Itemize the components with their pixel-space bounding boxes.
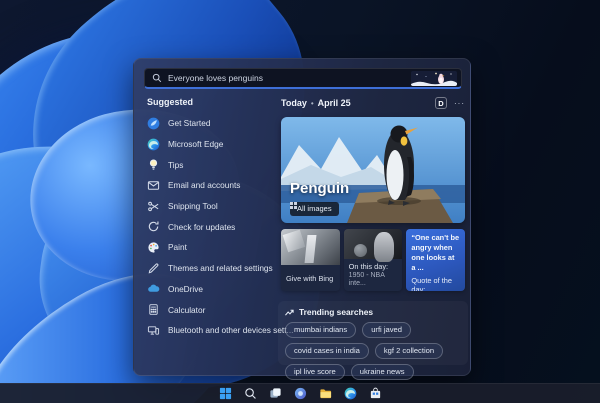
suggested-item-label: Calculator bbox=[168, 304, 206, 315]
suggested-item-label: Get Started bbox=[168, 118, 211, 129]
suggested-item-label: Paint bbox=[168, 242, 187, 253]
suggested-item-label: Email and accounts bbox=[168, 180, 241, 191]
taskbar-store-icon[interactable] bbox=[369, 387, 382, 400]
snipping-tool-icon bbox=[147, 200, 160, 213]
card-row: Give with Bing On this day: 1950 - NBA i… bbox=[281, 229, 466, 291]
card-caption: On this day: bbox=[348, 262, 389, 272]
dot-separator: • bbox=[310, 98, 314, 108]
updates-icon bbox=[147, 220, 160, 233]
taskbar bbox=[0, 383, 600, 403]
suggested-item-label: Themes and related settings bbox=[168, 263, 273, 274]
suggested-item-calculator[interactable]: Calculator bbox=[147, 299, 279, 320]
suggested-item-label: OneDrive bbox=[168, 283, 204, 294]
trending-section: Trending searches mumbai indians urfi jav… bbox=[278, 301, 468, 380]
suggested-item-check-for-updates[interactable]: Check for updates bbox=[147, 216, 279, 237]
more-options-button[interactable]: ··· bbox=[454, 99, 465, 108]
themes-icon bbox=[147, 262, 160, 275]
trending-chip-ipl-live-score[interactable]: ipl live score bbox=[285, 364, 345, 380]
suggested-item-label: Snipping Tool bbox=[168, 201, 218, 212]
trending-chip-ukraine-news[interactable]: ukraine news bbox=[350, 364, 414, 380]
today-panel: Today • April 25 D ··· Penguin All image… bbox=[278, 59, 468, 380]
get-started-icon bbox=[147, 117, 160, 130]
taskbar-task-view-icon[interactable] bbox=[269, 387, 282, 400]
trending-chip-kgf-2-collection[interactable]: kgf 2 collection bbox=[374, 343, 444, 359]
today-date: April 25 bbox=[317, 98, 351, 108]
suggested-list: Get Started Microsoft Edge Tips Email and a… bbox=[147, 113, 293, 341]
trending-chip-mumbai-indians[interactable]: mumbai indians bbox=[285, 322, 357, 338]
tips-icon bbox=[147, 158, 160, 171]
taskbar-start-icon[interactable] bbox=[219, 387, 232, 400]
card-quote-of-the-day[interactable]: “One can't be angry when one looks at a … bbox=[406, 229, 466, 291]
card-caption: Give with Bing bbox=[286, 273, 334, 283]
card-give-with-bing[interactable]: Give with Bing bbox=[281, 229, 340, 291]
suggested-item-paint[interactable]: Paint bbox=[147, 237, 279, 258]
suggested-item-themes-and-related-settings[interactable]: Themes and related settings bbox=[147, 258, 279, 279]
today-header: Today • April 25 D ··· bbox=[281, 97, 465, 109]
taskbar-widgets-icon[interactable] bbox=[294, 387, 307, 400]
suggested-item-label: Bluetooth and other devices sett... bbox=[168, 325, 294, 336]
on-this-day-image bbox=[343, 229, 403, 263]
search-icon bbox=[152, 73, 162, 83]
trending-title: Trending searches bbox=[299, 307, 374, 317]
card-on-this-day[interactable]: On this day: 1950 - NBA inte... bbox=[343, 229, 403, 291]
search-panel: Suggested Get Started Microsoft Edge Tips E… bbox=[133, 58, 471, 380]
today-label: Today bbox=[281, 98, 307, 108]
hero-penguin-card[interactable]: Penguin All images bbox=[281, 117, 465, 223]
suggested-item-snipping-tool[interactable]: Snipping Tool bbox=[147, 196, 279, 217]
images-grid-icon bbox=[290, 202, 297, 209]
trending-chip-covid-cases-in-india[interactable]: covid cases in india bbox=[285, 343, 369, 359]
taskbar-search-icon[interactable] bbox=[244, 387, 257, 400]
quote-text: “One can't be angry when one looks at a … bbox=[411, 233, 460, 272]
suggested-item-label: Microsoft Edge bbox=[168, 139, 224, 150]
paint-icon bbox=[147, 241, 160, 254]
suggested-item-get-started[interactable]: Get Started bbox=[147, 113, 279, 134]
taskbar-edge-icon[interactable] bbox=[344, 387, 357, 400]
hero-title: Penguin bbox=[290, 180, 350, 197]
taskbar-file-explorer-icon[interactable] bbox=[319, 387, 332, 400]
suggested-title: Suggested bbox=[147, 97, 194, 107]
bluetooth-devices-icon bbox=[147, 324, 160, 337]
give-with-bing-image bbox=[281, 229, 340, 265]
card-subcaption: 1950 - NBA inte... bbox=[348, 271, 385, 288]
all-images-button[interactable]: All images bbox=[290, 202, 339, 216]
trending-chip-urfi-javed[interactable]: urfi javed bbox=[362, 322, 412, 338]
onedrive-icon bbox=[147, 282, 160, 295]
all-images-label: All images bbox=[297, 204, 332, 213]
email-icon bbox=[147, 179, 160, 192]
profile-badge[interactable]: D bbox=[435, 97, 447, 109]
suggested-item-onedrive[interactable]: OneDrive bbox=[147, 279, 279, 300]
suggested-item-label: Check for updates bbox=[168, 221, 236, 232]
suggested-item-bluetooth-and-other-devices-sett[interactable]: Bluetooth and other devices sett... bbox=[147, 320, 293, 341]
suggested-item-tips[interactable]: Tips bbox=[147, 154, 279, 175]
trending-chips: mumbai indians urfi javed covid cases in i… bbox=[285, 322, 461, 380]
card-caption: Quote of the day: bbox=[411, 275, 453, 291]
calculator-icon bbox=[147, 303, 160, 316]
trending-title-row: Trending searches bbox=[285, 307, 461, 317]
suggested-item-label: Tips bbox=[168, 159, 184, 170]
trending-icon bbox=[285, 309, 294, 316]
suggested-item-email-and-accounts[interactable]: Email and accounts bbox=[147, 175, 279, 196]
microsoft-edge-icon bbox=[147, 138, 160, 151]
suggested-item-microsoft-edge[interactable]: Microsoft Edge bbox=[147, 134, 279, 155]
